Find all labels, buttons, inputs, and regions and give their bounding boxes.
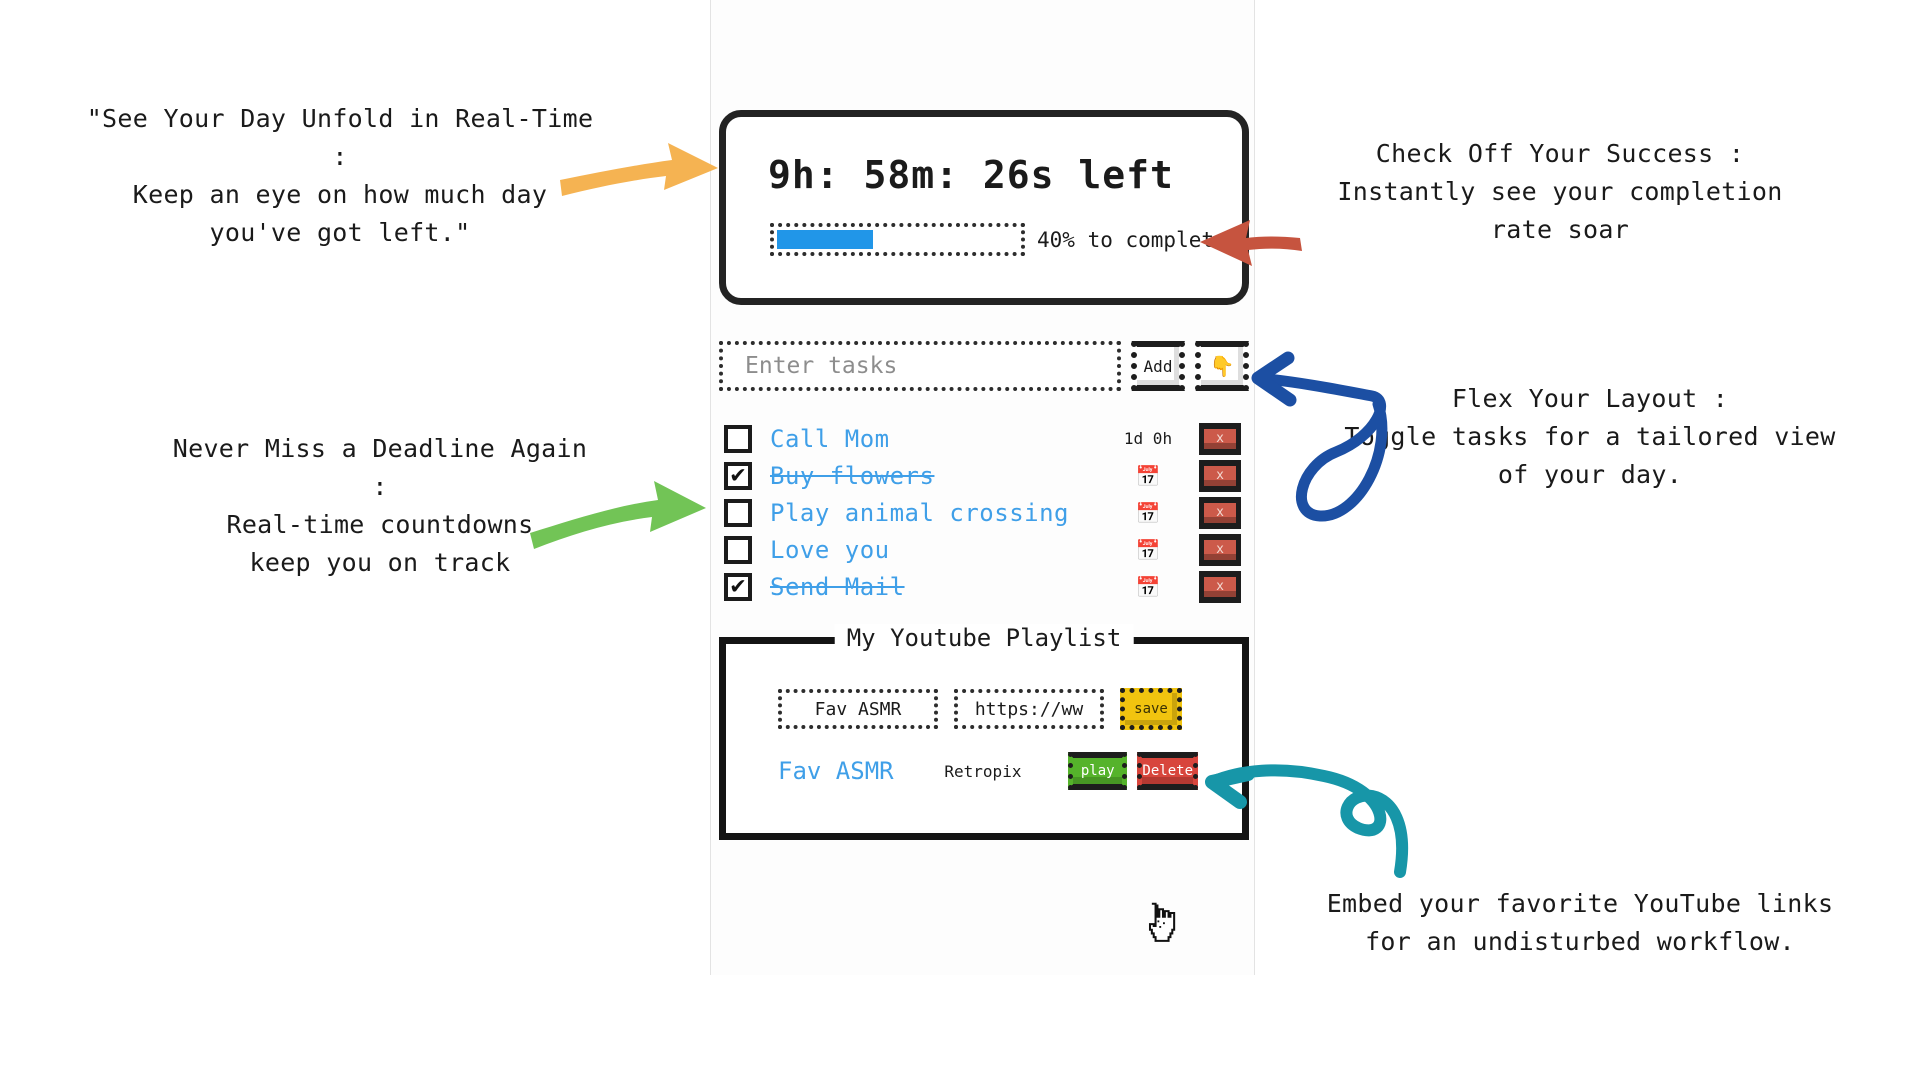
youtube-saved-entry-row: Fav ASMR Retropix play Delete: [778, 752, 1198, 790]
task-delete-label: x: [1216, 579, 1224, 594]
task-delete-button[interactable]: x: [1199, 459, 1241, 492]
task-row: ✔ Play animal crossing📅 x: [719, 494, 1249, 531]
progress-row: 40% to complete: [770, 223, 1227, 256]
task-label[interactable]: Buy flowers: [770, 462, 1109, 490]
youtube-entry-form: save: [778, 688, 1182, 730]
task-checkbox[interactable]: ✔: [724, 498, 752, 527]
calendar-icon[interactable]: 📅: [1109, 503, 1187, 523]
task-label[interactable]: Call Mom: [770, 425, 1109, 453]
task-delete-label: x: [1216, 431, 1224, 446]
add-button-label: Add: [1143, 356, 1173, 376]
pointing-hand-cursor: [1148, 902, 1176, 942]
task-delete-label: x: [1216, 505, 1224, 520]
youtube-entry-link[interactable]: Fav ASMR: [778, 757, 944, 785]
task-label[interactable]: Send Mail: [770, 573, 1109, 601]
youtube-save-button[interactable]: save: [1120, 688, 1182, 730]
task-delete-label: x: [1216, 468, 1224, 483]
progress-bar-fill: [777, 230, 874, 249]
task-delete-button[interactable]: x: [1199, 570, 1241, 603]
task-checkbox[interactable]: ✔: [724, 459, 752, 490]
calendar-icon[interactable]: 📅: [1109, 466, 1187, 486]
task-row: ✔ Buy flowers 📅 x: [719, 457, 1249, 494]
task-delete-button[interactable]: x: [1199, 422, 1241, 455]
add-task-button[interactable]: Add: [1131, 341, 1185, 391]
task-delete-label: x: [1216, 542, 1224, 557]
task-checkbox[interactable]: ✔: [724, 424, 752, 453]
task-checkbox[interactable]: ✔: [724, 570, 752, 601]
task-checkbox[interactable]: ✔: [724, 535, 752, 564]
task-input-field[interactable]: [719, 341, 1121, 391]
task-list: ✔Call Mom1d 0hx✔Buy flowers📅x✔Play anima…: [719, 420, 1249, 605]
play-button-label: play: [1080, 763, 1115, 779]
countdown-card: 9h: 58m: 26s left 40% to complete: [719, 110, 1249, 305]
completion-progress-bar: [770, 223, 1025, 256]
annotation-deadline-caption: Never Miss a Deadline Again : Real-time …: [172, 434, 588, 577]
youtube-url-input[interactable]: [954, 689, 1104, 729]
youtube-entry-channel: Retropix: [944, 761, 1022, 781]
task-due-label: 1d 0h: [1123, 429, 1173, 448]
delete-button-label: Delete: [1142, 763, 1193, 779]
save-button-label: save: [1134, 701, 1168, 717]
countdown-timer-text: 9h: 58m: 26s left: [768, 153, 1174, 197]
task-entry-row: Add 👇: [719, 337, 1249, 395]
calendar-icon[interactable]: 📅: [1109, 540, 1187, 560]
annotation-timer-caption: "See Your Day Unfold in Real-Time : Keep…: [86, 104, 594, 247]
task-label[interactable]: Love you: [770, 536, 1109, 564]
youtube-delete-button[interactable]: Delete: [1137, 752, 1198, 790]
annotation-youtube-caption: Embed your favorite YouTube links for an…: [1326, 889, 1834, 956]
task-row: ✔ Call Mom 1d 0h x: [719, 420, 1249, 457]
youtube-name-input[interactable]: [778, 689, 938, 729]
toggle-layout-button[interactable]: 👇: [1195, 341, 1249, 391]
screenshot-canvas: "See Your Day Unfold in Real-Time : Keep…: [0, 0, 1920, 1080]
task-delete-button[interactable]: x: [1199, 496, 1241, 529]
task-row: ✔ Love you📅 x: [719, 531, 1249, 568]
youtube-panel-title: My Youtube Playlist: [834, 624, 1134, 652]
youtube-playlist-panel: My Youtube Playlist save Fav ASMR Retrop…: [719, 624, 1249, 840]
task-label[interactable]: Play animal crossing: [770, 499, 1109, 527]
annotation-progress-caption: Check Off Your Success : Instantly see y…: [1337, 139, 1783, 244]
checkmark-icon: ✔: [730, 459, 746, 488]
task-delete-button[interactable]: x: [1199, 533, 1241, 566]
youtube-play-button[interactable]: play: [1067, 752, 1128, 790]
todo-app-window: 9h: 58m: 26s left 40% to complete Add 👇 …: [710, 0, 1255, 975]
task-row: ✔ Send Mail 📅 x: [719, 568, 1249, 605]
progress-percent-label: 40% to complete: [1037, 227, 1227, 252]
annotation-layout-caption: Flex Your Layout : Toggle tasks for a ta…: [1344, 384, 1836, 489]
hand-pointer-icon: 👇: [1209, 354, 1235, 378]
calendar-icon[interactable]: 📅: [1109, 577, 1187, 597]
checkmark-icon: ✔: [730, 570, 746, 599]
